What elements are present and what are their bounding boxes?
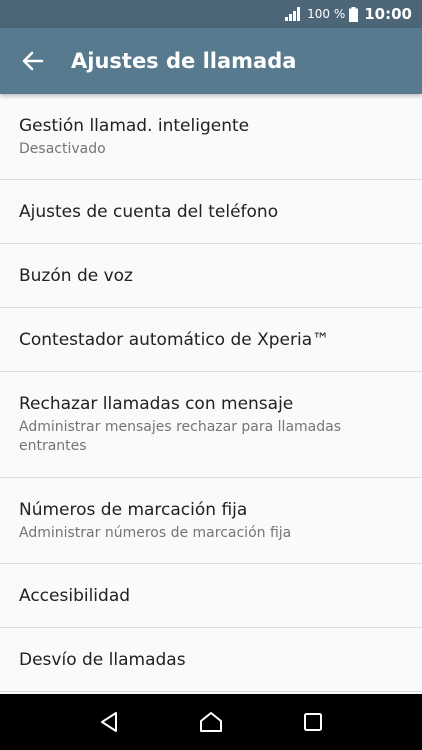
settings-item-call-forwarding[interactable]: Desvío de llamadas: [0, 628, 422, 692]
settings-item-subtitle: Administrar mensajes rechazar para llama…: [19, 419, 342, 454]
settings-item-title: Contestador automático de Xperia™: [19, 329, 330, 350]
nav-recents-button[interactable]: [283, 694, 343, 750]
settings-item-subtitle: Desactivado: [19, 140, 106, 157]
settings-item-fixed-dialing[interactable]: Números de marcación fija Administrar nú…: [0, 478, 422, 564]
settings-item-title: Buzón de voz: [19, 265, 133, 286]
settings-item-title: Ajustes de cuenta del teléfono: [19, 201, 279, 222]
settings-item-smart-call[interactable]: Gestión llamad. inteligente Desactivado: [0, 94, 422, 180]
settings-item-answering-machine[interactable]: Contestador automático de Xperia™: [0, 308, 422, 372]
triangle-back-icon: [101, 712, 117, 732]
signal-icon: [285, 7, 301, 21]
settings-item-title: Gestión llamad. inteligente: [19, 115, 250, 136]
clock: 10:00: [364, 5, 412, 23]
settings-item-title: Desvío de llamadas: [19, 649, 186, 670]
nav-home-button[interactable]: [181, 694, 241, 750]
app-bar: Ajustes de llamada: [0, 28, 422, 94]
navigation-bar: [0, 694, 422, 750]
nav-back-button[interactable]: [79, 694, 139, 750]
home-icon: [200, 712, 222, 732]
settings-item-reject-message[interactable]: Rechazar llamadas con mensaje Administra…: [0, 372, 422, 478]
settings-item-voicemail[interactable]: Buzón de voz: [0, 244, 422, 308]
battery-icon: [349, 6, 359, 22]
square-recents-icon: [304, 713, 322, 731]
arrow-left-icon: [22, 51, 44, 71]
settings-list: Gestión llamad. inteligente Desactivado …: [0, 94, 422, 692]
settings-item-title: Rechazar llamadas con mensaje: [19, 394, 294, 414]
back-button[interactable]: [0, 28, 66, 94]
settings-item-title: Números de marcación fija: [19, 499, 248, 520]
settings-item-accessibility[interactable]: Accesibilidad: [0, 564, 422, 628]
settings-item-title: Accesibilidad: [19, 585, 131, 606]
settings-item-account[interactable]: Ajustes de cuenta del teléfono: [0, 180, 422, 244]
page-title: Ajustes de llamada: [71, 49, 297, 73]
status-bar: 100 % 10:00: [0, 0, 422, 28]
battery-percentage: 100 %: [307, 7, 346, 21]
settings-item-subtitle: Administrar números de marcación fija: [19, 524, 292, 541]
